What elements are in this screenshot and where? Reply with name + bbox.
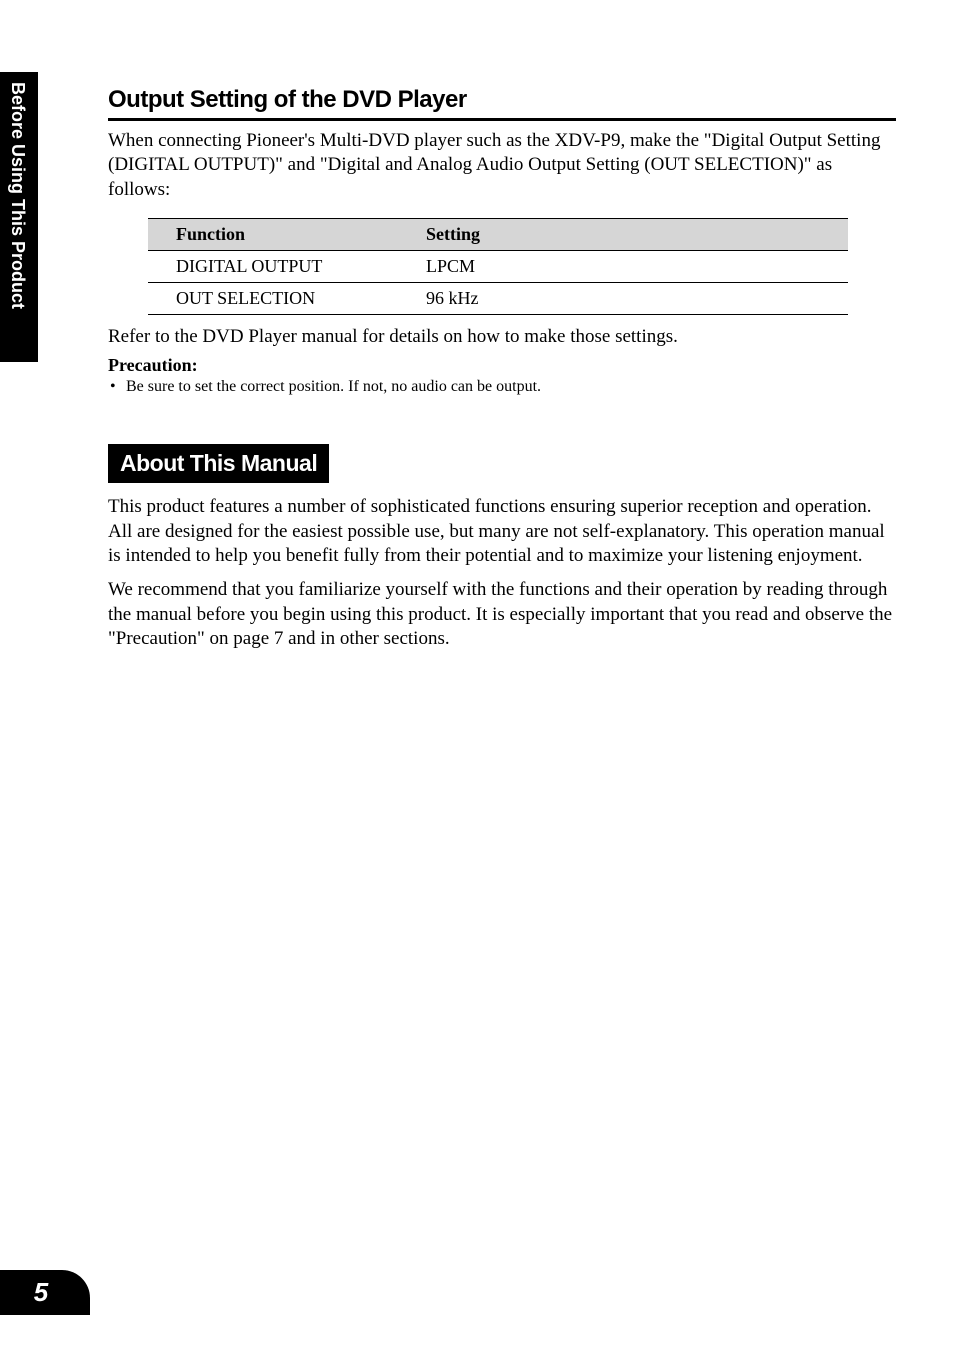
refer-text: Refer to the DVD Player manual for detai…	[108, 325, 896, 349]
page-number-tab: 5	[0, 1270, 90, 1315]
table-cell-setting: 96 kHz	[398, 282, 848, 314]
section-heading-about-manual: About This Manual	[108, 444, 329, 483]
table-cell-setting: LPCM	[398, 250, 848, 282]
table-header-setting: Setting	[398, 218, 848, 250]
table-cell-function: OUT SELECTION	[148, 282, 398, 314]
side-tab-label: Before Using This Product	[7, 82, 28, 309]
section-heading-output-setting: Output Setting of the DVD Player	[108, 86, 896, 121]
intro-paragraph: When connecting Pioneer's Multi-DVD play…	[108, 129, 896, 202]
page-content: Output Setting of the DVD Player When co…	[108, 86, 896, 661]
table-header-function: Function	[148, 218, 398, 250]
table-row: DIGITAL OUTPUT LPCM	[148, 250, 848, 282]
about-paragraph-2: We recommend that you familiarize yourse…	[108, 578, 896, 651]
precaution-label: Precaution:	[108, 355, 896, 376]
about-paragraph-1: This product features a number of sophis…	[108, 495, 896, 568]
page-number: 5	[34, 1277, 48, 1308]
precaution-bullet: Be sure to set the correct position. If …	[108, 378, 896, 396]
section-heading-wrapper: About This Manual	[108, 396, 896, 495]
table-row: OUT SELECTION 96 kHz	[148, 282, 848, 314]
table-header-row: Function Setting	[148, 218, 848, 250]
settings-table: Function Setting DIGITAL OUTPUT LPCM OUT…	[148, 218, 848, 315]
table-cell-function: DIGITAL OUTPUT	[148, 250, 398, 282]
precaution-list: Be sure to set the correct position. If …	[108, 378, 896, 396]
side-tab: Before Using This Product	[0, 0, 38, 1355]
